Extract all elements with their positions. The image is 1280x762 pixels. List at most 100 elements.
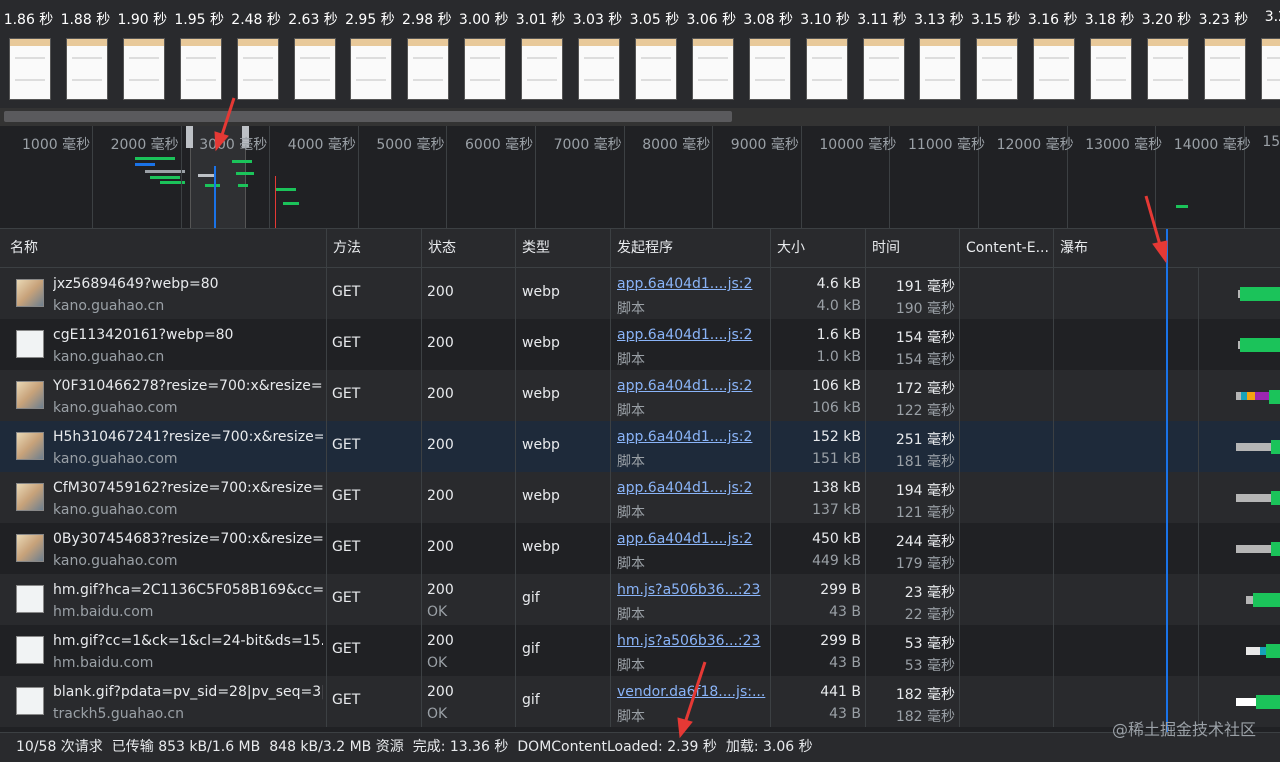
transferred-size: 已传输 853 kB/1.6 MB	[111, 739, 261, 755]
overview-tick-label: 3000 毫秒	[199, 137, 268, 153]
filmstrip-frame[interactable]: 3.10 秒	[797, 0, 854, 108]
filmstrip-frame[interactable]: 3.11 秒	[854, 0, 911, 108]
request-name[interactable]: H5h310467241?resize=700:x&resize=2...	[53, 429, 323, 445]
filmstrip-frame[interactable]: 3.01 秒	[512, 0, 569, 108]
scrollbar-thumb[interactable]	[4, 111, 732, 122]
filmstrip-frame[interactable]: 1.88 秒	[57, 0, 114, 108]
table-row[interactable]: hm.gif?hca=2C1136C5F058B169&cc=... hm.bai…	[0, 574, 1280, 625]
filmstrip-frame[interactable]: 1.90 秒	[114, 0, 171, 108]
filmstrip-frame[interactable]: 1.95 秒	[171, 0, 228, 108]
filmstrip-scrollbar[interactable]	[0, 108, 1280, 126]
overview-tick-label: 4000 毫秒	[287, 137, 356, 153]
request-name[interactable]: Y0F310466278?resize=700:x&resize=2...	[53, 378, 323, 394]
table-row[interactable]: cgE113420161?webp=80 kano.guahao.cn GET 200…	[0, 319, 1280, 370]
table-cell	[960, 574, 1054, 625]
request-initiator[interactable]: app.6a404d1....js:2	[617, 429, 767, 445]
filmstrip-frame[interactable]: 3.05 秒	[626, 0, 683, 108]
table-row[interactable]: hm.gif?cc=1&ck=1&cl=24-bit&ds=15... hm.ba…	[0, 625, 1280, 676]
frame-time: 2.63 秒	[288, 12, 338, 28]
filmstrip-frame[interactable]: 3.18 秒	[1081, 0, 1138, 108]
filmstrip-frame[interactable]: 3.16 秒	[1024, 0, 1081, 108]
header-content-encoding[interactable]: Content-E...	[960, 229, 1054, 267]
table-row[interactable]: H5h310467241?resize=700:x&resize=2... kan…	[0, 421, 1280, 472]
overview-tick-label: 13000 毫秒	[1085, 137, 1163, 153]
table-row[interactable]: CfM307459162?resize=700:x&resize=... kano…	[0, 472, 1280, 523]
header-type[interactable]: 类型	[516, 229, 611, 267]
header-size[interactable]: 大小	[771, 229, 866, 267]
header-method[interactable]: 方法	[327, 229, 422, 267]
request-name[interactable]: hm.gif?cc=1&ck=1&cl=24-bit&ds=15...	[53, 633, 323, 649]
header-name[interactable]: 名称	[0, 229, 327, 267]
frame-thumbnail	[1033, 38, 1076, 100]
waterfall-bar-segment	[1271, 542, 1280, 556]
request-initiator[interactable]: app.6a404d1....js:2	[617, 531, 767, 547]
request-resource-size: 151 kB	[812, 451, 861, 467]
request-initiator[interactable]: app.6a404d1....js:2	[617, 480, 767, 496]
request-method: GET	[332, 386, 361, 402]
frame-thumbnail	[464, 38, 507, 100]
frame-time: 1.88 秒	[60, 12, 111, 28]
filmstrip-frame[interactable]: 3.03 秒	[569, 0, 626, 108]
overview-left-handle[interactable]	[186, 126, 193, 148]
filmstrip-frame[interactable]: 2.95 秒	[341, 0, 398, 108]
domcontentloaded-time: DOMContentLoaded: 2.39 秒	[517, 739, 717, 755]
initiator-type: 脚本	[617, 352, 645, 368]
frame-thumbnail	[521, 38, 564, 100]
filmstrip-frame[interactable]: 2.48 秒	[228, 0, 285, 108]
filmstrip-frame[interactable]: 2.63 秒	[285, 0, 342, 108]
frame-time: 1.95 秒	[174, 12, 224, 28]
frame-thumbnail	[634, 38, 677, 100]
table-row[interactable]: blank.gif?pdata=pv_sid=28|pv_seq=3|c... t…	[0, 676, 1280, 727]
waterfall-gridline	[1198, 370, 1199, 421]
initiator-type: 脚本	[617, 607, 645, 623]
request-status: 200	[427, 386, 454, 402]
frame-time: 3.00 秒	[458, 12, 509, 28]
request-type: webp	[522, 284, 560, 300]
request-name[interactable]: blank.gif?pdata=pv_sid=28|pv_seq=3|c...	[53, 684, 323, 700]
frame-thumbnail	[236, 38, 279, 100]
overview-timeline[interactable]: 1000 毫秒 2000 毫秒 3000 毫秒 4000 毫秒 5000 毫秒 6000 …	[0, 126, 1280, 229]
frame-time: 3.06 秒	[686, 12, 737, 28]
filmstrip-frame[interactable]: 3.25	[1252, 0, 1280, 108]
request-time: 53 毫秒	[904, 636, 955, 652]
filmstrip-frame[interactable]: 1.86 秒	[0, 0, 57, 108]
request-type: webp	[522, 386, 560, 402]
initiator-type: 脚本	[617, 403, 645, 419]
request-status: 200	[427, 335, 454, 351]
request-resource-size: 43 B	[829, 706, 861, 722]
request-initiator[interactable]: hm.js?a506b36...:23	[617, 582, 767, 598]
waterfall-bar-segment	[1246, 647, 1260, 655]
waterfall-bar-segment	[1236, 545, 1272, 553]
request-domain: hm.baidu.com	[53, 655, 154, 671]
request-name[interactable]: hm.gif?hca=2C1136C5F058B169&cc=...	[53, 582, 323, 598]
status-bar: 10/58 次请求 已传输 853 kB/1.6 MB 848 kB/3.2 MB …	[0, 732, 1280, 762]
filmstrip-frame[interactable]: 3.13 秒	[910, 0, 967, 108]
request-initiator[interactable]: app.6a404d1....js:2	[617, 276, 767, 292]
frame-time: 3.18 秒	[1084, 12, 1135, 28]
filmstrip-frame[interactable]: 2.98 秒	[398, 0, 455, 108]
table-row[interactable]: 0By307454683?resize=700:x&resize=2... kan…	[0, 523, 1280, 574]
request-name[interactable]: 0By307454683?resize=700:x&resize=2...	[53, 531, 323, 547]
request-size: 4.6 kB	[816, 276, 861, 292]
request-initiator[interactable]: vendor.da6f18....js:...	[617, 684, 767, 700]
filmstrip-frame[interactable]: 3.23 秒	[1195, 0, 1252, 108]
filmstrip-frame[interactable]: 3.06 秒	[683, 0, 740, 108]
request-name[interactable]: CfM307459162?resize=700:x&resize=...	[53, 480, 323, 496]
request-initiator[interactable]: hm.js?a506b36...:23	[617, 633, 767, 649]
request-status: 200	[427, 684, 454, 700]
request-initiator[interactable]: app.6a404d1....js:2	[617, 378, 767, 394]
filmstrip-frame[interactable]: 3.00 秒	[455, 0, 512, 108]
filmstrip-frame[interactable]: 3.15 秒	[967, 0, 1024, 108]
header-status[interactable]: 状态	[422, 229, 516, 267]
table-row[interactable]: jxz56894649?webp=80 kano.guahao.cn GET 200 w…	[0, 268, 1280, 319]
filmstrip-frame[interactable]: 3.08 秒	[740, 0, 797, 108]
blank-file-icon	[16, 585, 44, 613]
filmstrip-frame[interactable]: 3.20 秒	[1138, 0, 1195, 108]
load-time: 加载: 3.06 秒	[725, 739, 813, 755]
request-name[interactable]: jxz56894649?webp=80	[53, 276, 323, 292]
header-time[interactable]: 时间	[866, 229, 960, 267]
table-row[interactable]: Y0F310466278?resize=700:x&resize=2... kan…	[0, 370, 1280, 421]
header-initiator[interactable]: 发起程序	[611, 229, 771, 267]
request-initiator[interactable]: app.6a404d1....js:2	[617, 327, 767, 343]
request-name[interactable]: cgE113420161?webp=80	[53, 327, 323, 343]
